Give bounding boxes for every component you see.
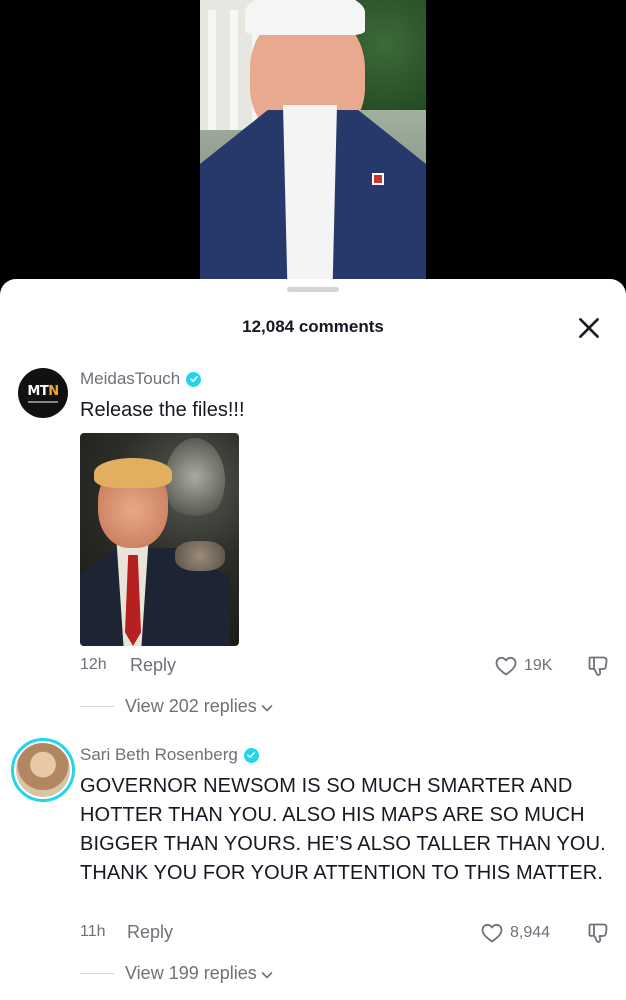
video-trees [356,0,426,110]
like-count: 19K [524,657,553,674]
comments-count-title: 12,084 comments [242,317,384,336]
thumbs-down-icon [588,656,608,676]
dislike-button[interactable] [586,654,610,678]
username[interactable]: MeidasTouch [80,369,180,389]
thumbs-down-icon [588,923,608,943]
video-area[interactable] [0,0,626,300]
view-replies-label: View 199 replies [125,963,257,983]
avatar-logo-subline [28,400,58,403]
comment-time: 12h [80,656,107,673]
comments-sheet: 12,084 comments MTN MeidasTouch Release … [0,279,626,1000]
comment-text: GOVERNOR NEWSOM IS SO MUCH SMARTER AND H… [80,775,606,884]
chevron-down-icon [261,704,273,712]
image-ghost-figure [165,438,225,523]
close-button[interactable] [576,315,602,341]
avatar-logo-text: MTN [27,383,59,399]
comment-meta-row: 12h Reply 19K [80,654,610,680]
avatar[interactable]: MTN [18,368,68,418]
username[interactable]: Sari Beth Rosenberg [80,745,238,765]
view-replies-label: View 202 replies [125,696,257,716]
avatar[interactable] [11,738,75,802]
comment-image[interactable] [80,433,239,646]
heart-icon [495,656,517,676]
video-frame[interactable] [200,0,426,290]
comment-meta-row: 11h Reply 8,944 [80,921,610,947]
image-hair [94,458,172,488]
verified-badge-icon [186,371,202,387]
avatar-photo [16,743,70,797]
close-icon [579,318,599,338]
verified-badge-icon [243,747,259,763]
chevron-down-icon [261,971,273,979]
video-person-cap [245,0,365,35]
comment-text: Release the files!!! [80,399,245,421]
comment-time: 11h [80,923,106,940]
heart-icon [481,923,503,943]
dislike-button[interactable] [586,921,610,945]
username-row: MeidasTouch [80,369,202,389]
reply-button[interactable]: Reply [127,922,173,943]
username-row: Sari Beth Rosenberg [80,745,259,765]
replies-divider [80,706,114,707]
drag-handle[interactable] [287,287,339,292]
replies-divider [80,973,114,974]
flag-pin-icon [372,173,384,185]
like-button[interactable]: 19K [494,654,552,678]
view-replies-button[interactable]: View 199 replies [80,963,274,984]
like-button[interactable]: 8,944 [480,921,550,945]
view-replies-button[interactable]: View 202 replies [80,696,274,717]
reply-button[interactable]: Reply [130,655,176,676]
like-count: 8,944 [510,924,551,941]
image-hand [175,541,225,571]
